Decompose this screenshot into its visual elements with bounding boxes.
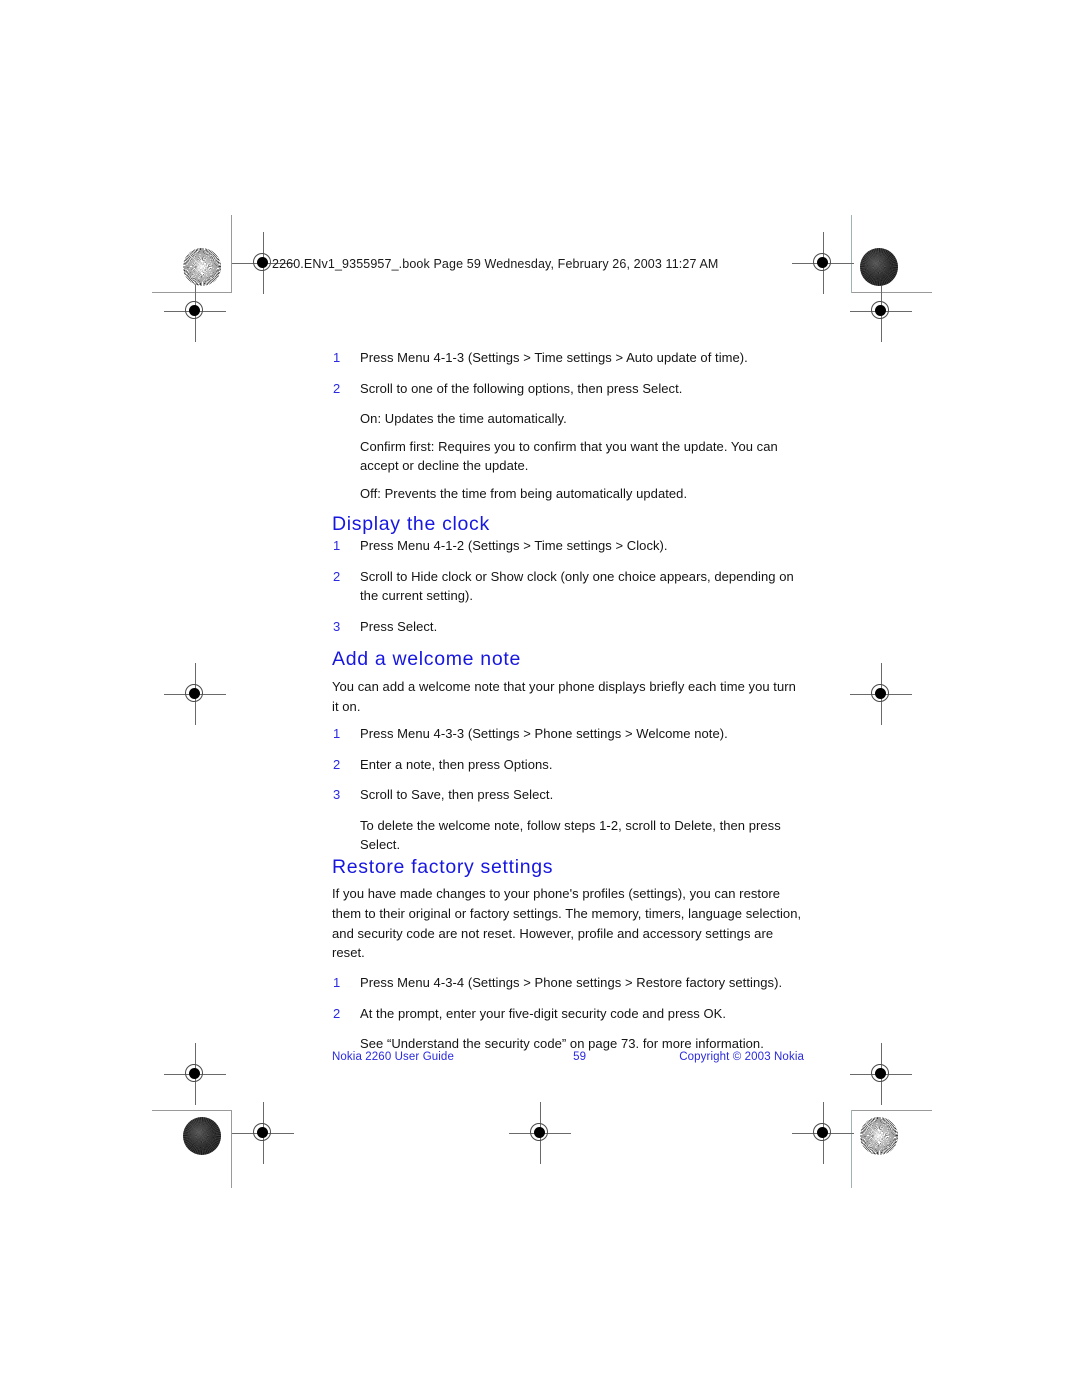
step-text: Scroll to Hide clock or Show clock (only…: [360, 568, 794, 604]
welcome-note-steps-list: 1 Press Menu 4-3-3 (Settings > Phone set…: [332, 724, 802, 805]
trim-line-bottom-right-vertical: [851, 1110, 853, 1188]
section-heading-display-the-clock: Display the clock: [332, 513, 490, 535]
trim-line-top-right-horizontal: [852, 292, 932, 294]
step-number: 3: [333, 618, 341, 634]
step-number: 1: [333, 538, 341, 554]
step-text: Press Menu 4-3-3 (Settings > Phone setti…: [360, 726, 728, 742]
list-item: 1 Press Menu 4-3-3 (Settings > Phone set…: [332, 724, 802, 744]
restore-factory-steps-list: 1 Press Menu 4-3-4 (Settings > Phone set…: [332, 973, 802, 1023]
list-item: 2 Scroll to one of the following options…: [332, 379, 802, 399]
footer-copyright: Copyright © 2003 Nokia: [679, 1051, 804, 1063]
step-text: Press Menu 4-3-4 (Settings > Phone setti…: [360, 975, 783, 991]
step-number: 1: [333, 726, 341, 742]
option-description-confirm-first: Confirm first: Requires you to confirm t…: [360, 438, 778, 474]
welcome-note-footnote: To delete the welcome note, follow steps…: [360, 817, 781, 853]
registration-mark-top-right-inner: [792, 232, 854, 294]
registration-mark-left-upper: [164, 280, 226, 342]
step-text: At the prompt, enter your five-digit sec…: [360, 1005, 727, 1021]
step-number: 3: [333, 787, 341, 803]
registration-mark-bottom-right-inner: [792, 1102, 854, 1164]
step-number: 1: [333, 350, 341, 365]
trim-line-top-left-horizontal: [152, 292, 232, 294]
registration-mark-bottom-left-inner: [232, 1102, 294, 1164]
registration-mark-right-upper: [850, 280, 912, 342]
document-page: 2260.ENv1_9355957_.book Page 59 Wednesda…: [0, 0, 1080, 1397]
auto-update-steps-list: 1 Press Menu 4-1-3 (Settings > Time sett…: [332, 348, 802, 398]
page-footer: Nokia 2260 User Guide 59 Copyright © 200…: [332, 1051, 804, 1063]
step-text: Enter a note, then press Options.: [360, 756, 553, 772]
step-number: 2: [333, 568, 341, 584]
step-text: Press Menu 4-1-2 (Settings > Time settin…: [360, 538, 668, 554]
step-text: Scroll to Save, then press Select.: [360, 787, 554, 803]
color-rosette-bottom-right: [860, 1117, 898, 1155]
list-item: 2 Scroll to Hide clock or Show clock (on…: [332, 567, 802, 606]
trim-line-top-left-vertical: [231, 215, 233, 293]
list-item: 2 At the prompt, enter your five-digit s…: [332, 1004, 802, 1024]
step-text: Press Menu 4-1-3 (Settings > Time settin…: [360, 350, 748, 365]
step-text: Scroll to one of the following options, …: [360, 380, 683, 396]
list-item: 2 Enter a note, then press Options.: [332, 755, 802, 775]
step-number: 1: [333, 975, 341, 991]
trim-line-top-right-vertical: [851, 215, 853, 293]
trim-line-bottom-left-vertical: [231, 1110, 233, 1188]
step-number: 2: [333, 756, 341, 772]
registration-mark-left-lower: [164, 1043, 226, 1105]
welcome-note-intro-paragraph: You can add a welcome note that your pho…: [332, 678, 796, 714]
list-item: 3 Press Select.: [332, 617, 802, 637]
color-rosette-top-right: [860, 248, 898, 286]
display-clock-steps-list: 1 Press Menu 4-1-2 (Settings > Time sett…: [332, 536, 802, 636]
registration-mark-right-lower: [850, 1043, 912, 1105]
trim-line-bottom-right-horizontal: [852, 1110, 932, 1112]
list-item: 1 Press Menu 4-3-4 (Settings > Phone set…: [332, 973, 802, 993]
trim-line-bottom-left-horizontal: [152, 1110, 232, 1112]
list-item: 1 Press Menu 4-1-2 (Settings > Time sett…: [332, 536, 802, 556]
section-heading-restore-factory-settings: Restore factory settings: [332, 855, 554, 878]
list-item: 1 Press Menu 4-1-3 (Settings > Time sett…: [332, 348, 802, 368]
step-number: 2: [333, 380, 341, 396]
registration-mark-right-middle: [850, 663, 912, 725]
list-item: 3 Scroll to Save, then press Select.: [332, 785, 802, 805]
step-text: Press Select.: [360, 618, 438, 634]
color-rosette-top-left: [183, 248, 221, 286]
option-description-on: On: Updates the time automatically.: [360, 411, 567, 426]
step-number: 2: [333, 1005, 341, 1021]
registration-mark-bottom-center: [509, 1102, 571, 1164]
registration-mark-left-middle: [164, 663, 226, 725]
page-content: 1 Press Menu 4-1-3 (Settings > Time sett…: [332, 348, 802, 1054]
color-rosette-bottom-left: [183, 1117, 221, 1155]
footer-guide-title: Nokia 2260 User Guide: [332, 1051, 454, 1063]
page-number: 59: [573, 1051, 587, 1063]
option-description-off: Off: Prevents the time from being automa…: [360, 485, 688, 501]
document-info-header: 2260.ENv1_9355957_.book Page 59 Wednesda…: [272, 257, 719, 271]
restore-factory-intro-paragraph: If you have made changes to your phone's…: [332, 886, 802, 961]
section-heading-add-a-welcome-note: Add a welcome note: [332, 648, 521, 671]
